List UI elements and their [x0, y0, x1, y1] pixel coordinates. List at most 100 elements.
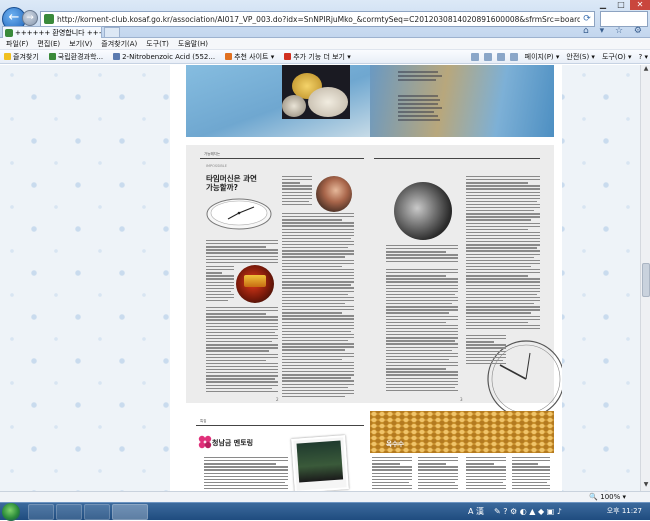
address-url[interactable]: http://kornent-club.kosaf.go.kr/associat…: [57, 15, 580, 24]
minimize-button[interactable]: ▁: [594, 0, 612, 10]
start-button[interactable]: [2, 503, 20, 521]
taskbar-folder-button[interactable]: [28, 504, 54, 520]
menu-help[interactable]: 도움말(H): [178, 39, 208, 49]
text-line: [282, 188, 312, 190]
feeds-icon[interactable]: [483, 53, 492, 61]
text-line: [386, 346, 458, 348]
text-line: [418, 457, 458, 459]
forward-button[interactable]: →: [22, 10, 38, 26]
taskbar-active-window-button[interactable]: [112, 504, 148, 520]
text-line: [466, 356, 506, 359]
menu-file[interactable]: 파일(F): [6, 39, 28, 49]
text-line: [466, 275, 528, 277]
search-input[interactable]: [600, 11, 648, 27]
text-line: [466, 194, 540, 196]
star-icon: [4, 53, 11, 60]
text-line: [206, 278, 234, 280]
favorites-button[interactable]: 즐겨찾기: [4, 52, 39, 62]
text-line: [512, 475, 550, 477]
text-line: [282, 194, 312, 196]
text-line: [386, 272, 458, 274]
favorite-link-1[interactable]: 국립환경과학...: [48, 52, 103, 62]
suggested-sites-button[interactable]: 추천 사이트 ▾: [225, 52, 274, 62]
text-line: [206, 319, 278, 321]
tools-menu[interactable]: 도구(O) ▾: [602, 52, 632, 62]
print-icon[interactable]: [509, 53, 518, 61]
mail-icon[interactable]: [496, 53, 505, 61]
scroll-up-arrow-icon[interactable]: ▲: [641, 65, 650, 75]
taskbar-media-button[interactable]: [84, 504, 110, 520]
text-line: [282, 237, 351, 240]
menu-edit[interactable]: 편집(E): [37, 39, 60, 49]
text-line: [206, 344, 278, 346]
text-line: [466, 262, 540, 265]
menu-favorites[interactable]: 즐겨찾기(A): [101, 39, 137, 49]
text-line: [282, 327, 354, 330]
favorite-link-2[interactable]: 2-Nitrobenzoic Acid (552...: [113, 53, 215, 61]
close-button[interactable]: ✕: [630, 0, 650, 10]
text-line: [282, 278, 354, 280]
zoom-level[interactable]: 🔍 100% ▾: [589, 493, 626, 501]
page-menu[interactable]: 페이지(P) ▾: [525, 52, 560, 62]
text-line: [282, 250, 354, 252]
text-line: [418, 481, 455, 484]
taskbar-ie-button[interactable]: [56, 504, 82, 520]
tray-icons[interactable]: ✎ ? ⚙ ◐ ▲ ◆ ▣ ♪: [494, 507, 562, 517]
home-icon[interactable]: [470, 53, 479, 61]
text-line: [466, 191, 540, 193]
text-line: [282, 259, 354, 261]
text-line: [418, 478, 458, 481]
text-line: [466, 250, 540, 252]
text-line: [386, 383, 458, 386]
text-line: [206, 359, 266, 362]
addons-button[interactable]: 추가 기능 더 보기 ▾: [284, 52, 351, 62]
group-photo: [291, 435, 349, 491]
text-line: [282, 361, 354, 364]
text-line: [282, 386, 348, 388]
scroll-down-arrow-icon[interactable]: ▼: [641, 481, 650, 491]
text-line: [206, 275, 234, 277]
text-line: [282, 244, 354, 246]
text-line: [466, 335, 506, 337]
back-arrow-icon: ←: [8, 10, 20, 25]
text-line: [206, 297, 234, 299]
page-content: 가능해지는 IMPOSSIBLE 타임머신은 과연 가능할까? 2 3 특집 청…: [0, 65, 650, 491]
scientist-portrait-image: [316, 176, 352, 212]
text-line: [466, 466, 506, 468]
text-line: [386, 312, 449, 314]
maximize-button[interactable]: □: [612, 0, 630, 10]
tab-favicon-icon: [5, 29, 13, 37]
text-line: [372, 457, 412, 459]
text-line: [282, 213, 354, 215]
text-line: [206, 284, 234, 286]
text-line: [466, 344, 506, 346]
refresh-icon[interactable]: ⟳: [580, 12, 594, 26]
text-line: [512, 463, 538, 465]
text-line: [206, 372, 278, 374]
magazine-spread-ocean: [186, 65, 554, 137]
scroll-thumb[interactable]: [642, 263, 650, 297]
vertical-scrollbar[interactable]: ▲ ▼: [640, 65, 650, 491]
article-title: 타임머신은 과연 가능할까?: [206, 174, 257, 192]
magazine-viewer[interactable]: 가능해지는 IMPOSSIBLE 타임머신은 과연 가능할까? 2 3 특집 청…: [170, 65, 562, 491]
text-line: [386, 284, 458, 286]
ime-indicator[interactable]: A 漢: [468, 507, 484, 517]
browser-tools-icons[interactable]: ⌂ ▾ ☆ ⚙: [583, 26, 646, 36]
text-line: [386, 303, 452, 305]
text-line: [466, 457, 506, 459]
text-line: [206, 365, 278, 368]
text-line: [282, 346, 354, 348]
text-line: [206, 243, 278, 245]
text-line: [466, 265, 531, 268]
menu-tools[interactable]: 도구(T): [146, 39, 169, 49]
text-line: [282, 306, 354, 308]
menu-view[interactable]: 보기(V): [69, 39, 92, 49]
vintage-photo-image: [394, 182, 452, 240]
safety-menu[interactable]: 안전(S) ▾: [566, 52, 595, 62]
help-menu[interactable]: ? ▾: [639, 53, 648, 61]
text-line: [282, 185, 312, 187]
section-tag: IMPOSSIBLE: [206, 164, 227, 168]
new-tab-button[interactable]: [104, 27, 120, 38]
address-bar[interactable]: http://kornent-club.kosaf.go.kr/associat…: [40, 11, 595, 27]
text-line: [466, 234, 540, 237]
